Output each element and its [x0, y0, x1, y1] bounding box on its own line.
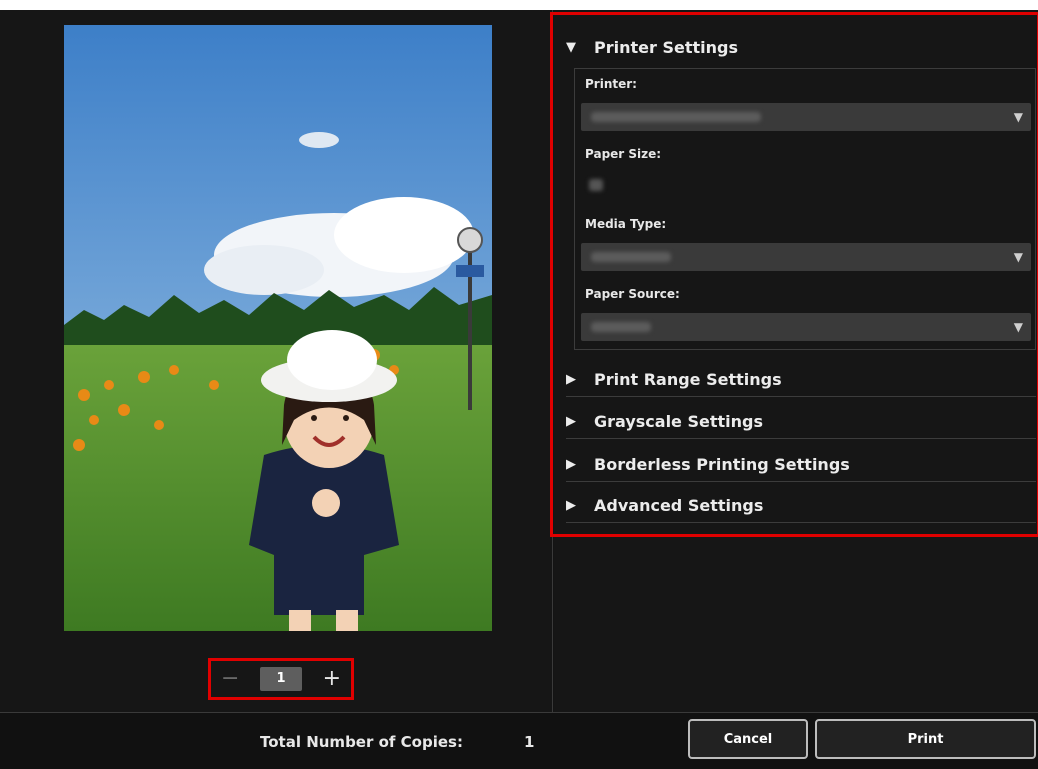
borderless-printing-settings-title: Borderless Printing Settings: [594, 455, 850, 474]
collapsed-triangle-icon: ▶: [566, 498, 576, 513]
preview-pane: − 1 +: [0, 10, 553, 712]
dropdown-arrow-icon: ▼: [1013, 250, 1023, 264]
grayscale-settings-header[interactable]: ▶ Grayscale Settings: [566, 412, 763, 431]
increase-copies-button[interactable]: +: [323, 668, 341, 690]
preview-photo: [64, 25, 492, 631]
cancel-button[interactable]: Cancel: [688, 719, 808, 759]
divider: [566, 438, 1036, 439]
printer-dropdown[interactable]: ▼: [581, 103, 1031, 131]
print-range-settings-header[interactable]: ▶ Print Range Settings: [566, 370, 782, 389]
paper-size-label: Paper Size:: [585, 147, 662, 161]
divider: [566, 522, 1036, 523]
printer-label: Printer:: [585, 77, 637, 91]
copies-stepper: − 1 +: [208, 658, 354, 700]
dropdown-arrow-icon: ▼: [1013, 320, 1023, 334]
printer-value-redacted: [591, 112, 761, 122]
total-copies-value: 1: [524, 733, 535, 751]
settings-pane: ▼ Printer Settings Printer: ▼ Paper Size…: [550, 10, 1038, 712]
print-range-settings-title: Print Range Settings: [594, 370, 782, 389]
paper-source-label: Paper Source:: [585, 287, 680, 301]
collapsed-triangle-icon: ▶: [566, 414, 576, 429]
media-type-value-redacted: [591, 252, 671, 262]
printer-settings-title: Printer Settings: [594, 38, 738, 57]
printer-settings-panel: Printer: ▼ Paper Size: Media Type: ▼ Pap…: [574, 68, 1036, 350]
collapsed-triangle-icon: ▶: [566, 457, 576, 472]
media-type-label: Media Type:: [585, 217, 667, 231]
print-dialog: − 1 + ▼ Printer Settings Printer: ▼ Pape…: [0, 10, 1038, 769]
paper-size-value-redacted: [589, 179, 603, 191]
paper-source-value-redacted: [591, 322, 651, 332]
dropdown-arrow-icon: ▼: [1013, 110, 1023, 124]
total-copies-label: Total Number of Copies:: [260, 733, 463, 751]
paper-source-dropdown[interactable]: ▼: [581, 313, 1031, 341]
grayscale-settings-title: Grayscale Settings: [594, 412, 763, 431]
bottom-bar: Total Number of Copies: 1 Cancel Print: [0, 712, 1038, 769]
expanded-triangle-icon: ▼: [566, 40, 576, 55]
advanced-settings-title: Advanced Settings: [594, 496, 764, 515]
borderless-printing-settings-header[interactable]: ▶ Borderless Printing Settings: [566, 455, 850, 474]
printer-settings-header[interactable]: ▼ Printer Settings: [566, 38, 738, 57]
copies-input[interactable]: 1: [260, 667, 302, 691]
advanced-settings-header[interactable]: ▶ Advanced Settings: [566, 496, 763, 515]
decrease-copies-button[interactable]: −: [221, 668, 239, 690]
media-type-dropdown[interactable]: ▼: [581, 243, 1031, 271]
print-button[interactable]: Print: [815, 719, 1036, 759]
divider: [566, 481, 1036, 482]
photo-girl-in-field: [64, 25, 492, 631]
divider: [566, 396, 1036, 397]
collapsed-triangle-icon: ▶: [566, 372, 576, 387]
